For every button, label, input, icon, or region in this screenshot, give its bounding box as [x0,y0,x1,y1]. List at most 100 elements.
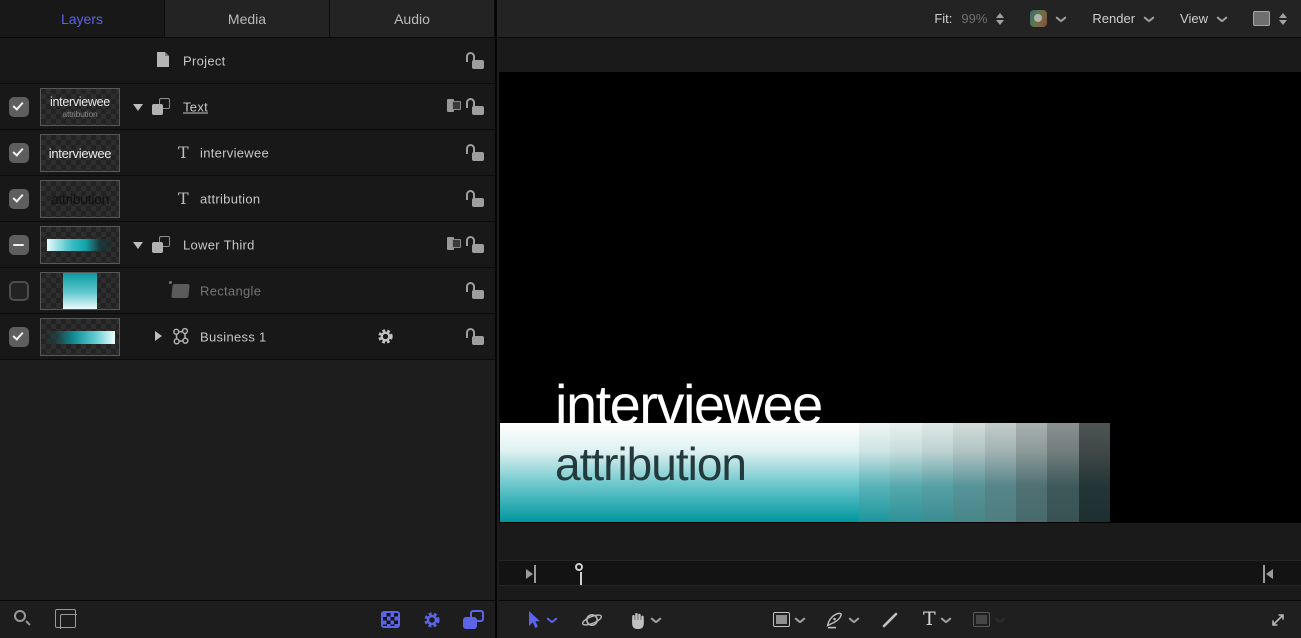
layer-row-text-group[interactable]: interviewee attribution Text [0,84,495,130]
disclosure-triangle-icon[interactable] [133,242,143,249]
paint-stroke-tool[interactable] [881,611,899,629]
layer-name[interactable]: Project [183,53,226,68]
show-behaviors-toggle-icon[interactable] [422,610,442,630]
hand-icon [629,611,646,629]
pan-tool[interactable] [629,611,661,629]
text-tool[interactable]: T [923,610,951,629]
text-tool-icon: T [923,610,936,629]
layer-name[interactable]: Business 1 [200,329,267,344]
layer-row-lower-third[interactable]: Lower Third [0,222,495,268]
layer-thumbnail[interactable] [40,318,120,356]
layer-thumbnail[interactable]: interviewee [40,134,120,172]
unlock-icon[interactable] [466,190,484,207]
shape-layer-icon [171,284,189,298]
unlock-icon[interactable] [466,328,484,345]
layer-thumbnail[interactable]: interviewee attribution [40,88,120,126]
group-icon [152,236,170,253]
window-layout-stepper[interactable] [1279,13,1287,25]
zoom-value[interactable]: 99% [961,11,987,26]
layer-row-interviewee[interactable]: interviewee T interviewee [0,130,495,176]
visibility-checkbox[interactable] [9,327,29,347]
thumb-gradient-bar [47,239,113,251]
window-layout-icon[interactable] [1253,11,1270,26]
blend-mode-badge-icon[interactable] [447,237,463,252]
top-bar: Layers Media Audio Fit: 99% Render View [0,0,1301,38]
disclosure-triangle-collapsed-icon[interactable] [155,331,162,341]
unlock-icon[interactable] [466,98,484,115]
select-arrow-icon [527,611,542,629]
text-layer-icon: T [178,143,189,162]
replicator-stripes [859,423,1110,522]
brush-icon [881,611,899,629]
in-point-marker-icon[interactable] [526,565,536,583]
channel-swatch-icon[interactable] [1030,10,1047,27]
view-menu[interactable]: View [1180,11,1208,26]
unlock-icon[interactable] [466,52,484,69]
layer-thumbnail[interactable] [40,226,120,264]
layers-panel-footer [0,600,495,638]
tab-layers[interactable]: Layers [0,0,165,37]
layer-row-business-1[interactable]: Business 1 [0,314,495,360]
canvas-subtitle-text[interactable]: attribution [555,437,746,491]
layer-name[interactable]: interviewee [200,145,269,160]
canvas-toolbar: T [499,600,1301,638]
zoom-stepper[interactable] [996,13,1004,25]
mini-timeline[interactable] [499,560,1301,586]
playhead-icon[interactable] [575,563,585,585]
layer-row-attribution[interactable]: attribution T attribution [0,176,495,222]
thumb-text: attribution [51,191,109,207]
render-chevron-icon[interactable] [1144,16,1154,22]
bezier-tool-chevron-icon[interactable] [849,617,859,623]
layer-thumbnail[interactable]: attribution [40,180,120,218]
layer-thumbnail[interactable] [40,272,120,310]
mask-tool-icon [973,612,990,627]
rectangle-tool[interactable] [773,612,805,627]
search-icon[interactable] [14,610,32,628]
text-tool-chevron-icon[interactable] [941,617,951,623]
visibility-checkbox-mixed[interactable] [9,235,29,255]
show-masks-toggle-icon[interactable] [381,611,400,628]
out-point-marker-icon[interactable] [1263,565,1273,583]
show-layers-toggle-icon[interactable] [463,610,484,629]
unlock-icon[interactable] [466,282,484,299]
select-tool-chevron-icon[interactable] [547,617,557,623]
rectangle-tool-chevron-icon[interactable] [795,617,805,623]
text-layer-icon: T [178,189,189,208]
thumb-text: attribution [62,109,97,119]
pen-icon [825,610,844,629]
unlock-icon[interactable] [466,236,484,253]
mask-tool[interactable] [973,612,1005,627]
layer-row-project[interactable]: Project [0,38,495,84]
visibility-checkbox[interactable] [9,97,29,117]
tab-media[interactable]: Media [165,0,330,37]
pan-tool-chevron-icon[interactable] [651,617,661,623]
render-menu[interactable]: Render [1092,11,1135,26]
project-file-icon [156,51,170,68]
canvas-viewer: interviewee attribution [499,38,1301,638]
layer-name[interactable]: Lower Third [183,237,255,252]
expand-viewer-icon[interactable] [1269,611,1287,629]
layer-name[interactable]: attribution [200,191,260,206]
layer-row-rectangle[interactable]: Rectangle [0,268,495,314]
channel-chevron-icon[interactable] [1056,16,1066,22]
canvas[interactable]: interviewee attribution [499,72,1301,523]
unlock-icon[interactable] [466,144,484,161]
mask-tool-chevron-icon [995,617,1005,623]
group-icon [152,98,170,115]
visibility-checkbox-unchecked[interactable] [9,281,29,301]
tab-audio[interactable]: Audio [330,0,495,37]
disclosure-triangle-icon[interactable] [133,104,143,111]
fit-label: Fit: [934,11,952,26]
layer-name[interactable]: Rectangle [200,283,261,298]
blend-mode-badge-icon[interactable] [447,99,463,114]
thumb-text: interviewee [49,146,111,161]
transform-3d-tool[interactable] [581,610,603,630]
visibility-checkbox[interactable] [9,189,29,209]
thumbnail-display-icon[interactable] [55,609,76,628]
gear-icon[interactable] [376,327,395,346]
select-tool[interactable] [527,611,557,629]
view-chevron-icon[interactable] [1217,16,1227,22]
visibility-checkbox[interactable] [9,143,29,163]
layer-name[interactable]: Text [183,99,208,114]
bezier-tool[interactable] [825,610,859,629]
